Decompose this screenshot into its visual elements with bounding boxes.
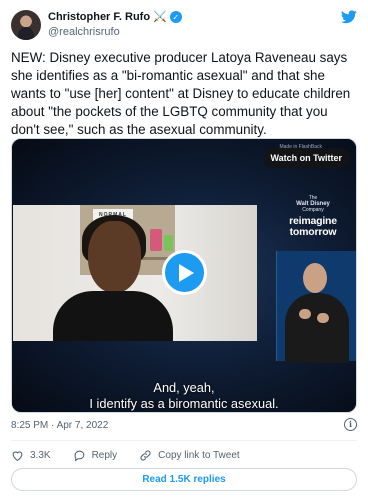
heart-icon <box>12 450 23 461</box>
play-icon <box>179 263 194 282</box>
twitter-bird-icon[interactable] <box>341 10 357 24</box>
copy-link-label: Copy link to Tweet <box>158 449 240 461</box>
interpreter-body <box>285 293 349 363</box>
copy-link-button[interactable]: Copy link to Tweet <box>139 449 240 462</box>
video-player[interactable]: Made in FlashBack Watch on Twitter NORMA… <box>11 138 357 413</box>
speaker-face <box>88 221 141 293</box>
reply-bubble-icon <box>74 450 84 461</box>
divider <box>11 440 357 441</box>
interpreter-face <box>303 263 327 293</box>
read-replies-button[interactable]: Read 1.5K replies <box>11 468 357 491</box>
tweet-header: Christopher F. Rufo ⚔️ ✓ @realchrisrufo <box>11 8 357 42</box>
watch-on-twitter-button[interactable]: Watch on Twitter <box>262 148 350 168</box>
link-icon <box>140 449 151 461</box>
reply-button[interactable]: Reply <box>73 449 118 462</box>
verified-badge-icon: ✓ <box>169 11 182 23</box>
play-button[interactable] <box>162 250 207 295</box>
like-count: 3.3K <box>30 449 51 461</box>
speaker-body <box>53 291 173 341</box>
reply-label: Reply <box>91 449 118 461</box>
tweet-timestamp[interactable]: 8:25 PM · Apr 7, 2022 <box>11 420 108 431</box>
info-icon[interactable]: i <box>344 418 357 431</box>
avatar[interactable] <box>11 10 41 40</box>
sign-language-interpreter-panel <box>276 251 356 363</box>
author-handle[interactable]: @realchrisrufo <box>48 26 120 38</box>
tweet-actions: 3.3K Reply Copy link to Tweet <box>11 447 262 463</box>
video-speaker-panel: NORMAL <box>13 205 257 341</box>
tweet-text: NEW: Disney executive producer Latoya Ra… <box>11 50 354 137</box>
swords-emoji: ⚔️ <box>153 10 167 23</box>
video-caption-line-1: And, yeah, <box>153 380 215 395</box>
video-caption-line-2: I identify as a biromantic asexual. <box>89 396 279 411</box>
disney-logo: The Walt Disney Company reimagine tomorr… <box>289 195 337 238</box>
tweet-meta: 8:25 PM · Apr 7, 2022 i <box>11 418 357 434</box>
author-display-name[interactable]: Christopher F. Rufo <box>48 11 150 23</box>
like-button[interactable]: 3.3K <box>11 449 51 462</box>
author-name-row: Christopher F. Rufo ⚔️ ✓ <box>48 11 182 23</box>
